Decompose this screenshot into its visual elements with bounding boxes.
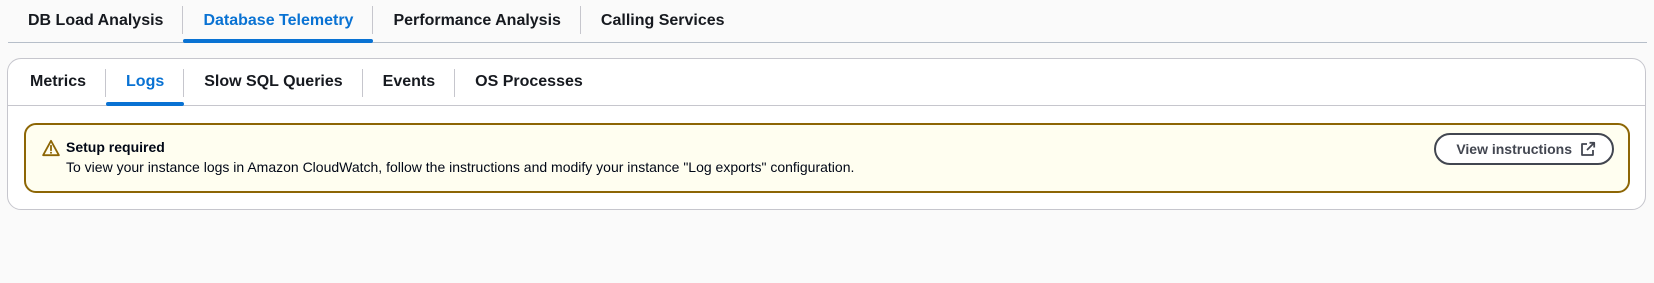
tab-label: DB Load Analysis <box>28 12 164 29</box>
alert-title: Setup required <box>66 139 165 155</box>
tab-label: Events <box>382 73 436 90</box>
alert-message: To view your instance logs in Amazon Clo… <box>66 159 855 175</box>
tab-db-load-analysis[interactable]: DB Load Analysis <box>8 0 184 42</box>
view-instructions-button[interactable]: View instructions <box>1434 133 1614 165</box>
tab-slow-sql-queries[interactable]: Slow SQL Queries <box>184 59 363 105</box>
tab-database-telemetry[interactable]: Database Telemetry <box>183 0 374 43</box>
tab-events[interactable]: Events <box>363 59 456 105</box>
tab-metrics[interactable]: Metrics <box>10 59 107 105</box>
tab-performance-analysis[interactable]: Performance Analysis <box>373 0 581 42</box>
button-label: View instructions <box>1456 141 1572 157</box>
tab-label: Metrics <box>30 73 87 90</box>
tab-label: OS Processes <box>475 73 583 90</box>
inner-tab-bar: Metrics Logs Slow SQL Queries Events OS … <box>8 59 1645 106</box>
tab-label: Database Telemetry <box>203 12 354 29</box>
tab-os-processes[interactable]: OS Processes <box>455 59 603 105</box>
external-link-icon <box>1581 141 1596 156</box>
top-tab-bar: DB Load Analysis Database Telemetry Perf… <box>8 0 1647 43</box>
setup-required-alert: Setup required To view your instance log… <box>24 123 1630 193</box>
tab-label: Logs <box>126 73 165 90</box>
warning-icon <box>42 139 60 157</box>
tab-label: Calling Services <box>600 12 725 29</box>
tab-logs[interactable]: Logs <box>106 59 185 106</box>
tab-calling-services[interactable]: Calling Services <box>581 0 745 42</box>
tab-label: Performance Analysis <box>393 12 561 29</box>
tab-label: Slow SQL Queries <box>204 73 343 90</box>
telemetry-container: Metrics Logs Slow SQL Queries Events OS … <box>7 58 1646 210</box>
